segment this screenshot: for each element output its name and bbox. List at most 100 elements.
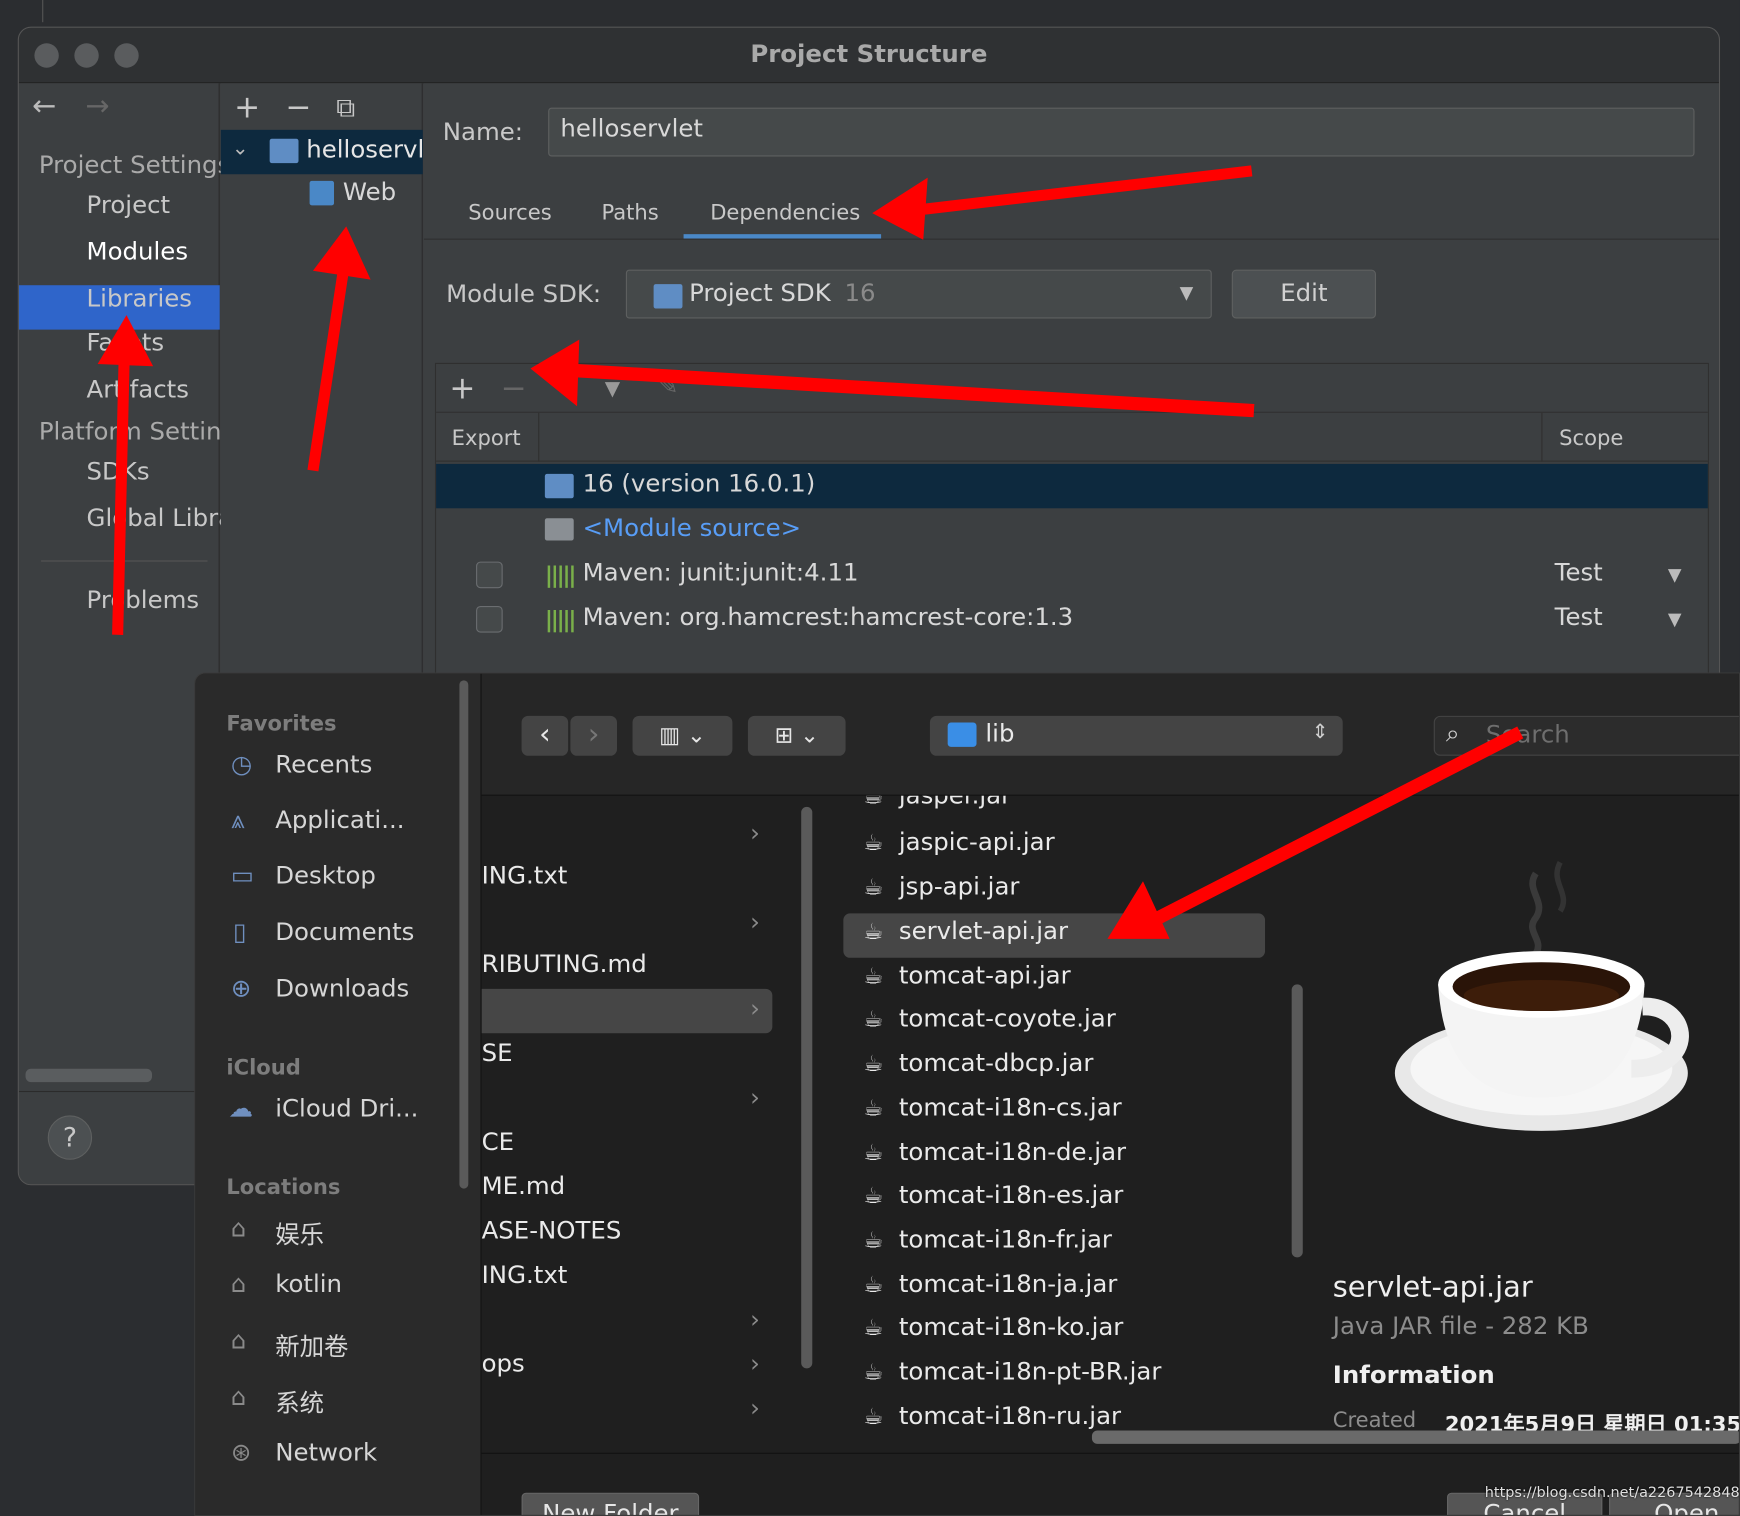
sidebar-item-documents[interactable]: Documents <box>275 919 414 947</box>
list-item[interactable]: ING.txt <box>482 862 568 890</box>
column-export[interactable]: Export <box>452 426 521 450</box>
sidebar-item-drive-4[interactable]: 系统 <box>275 1384 324 1420</box>
back-chevron-icon[interactable]: ‹ <box>521 715 569 756</box>
parent-column-scrollbar[interactable] <box>801 806 813 1369</box>
tab-sources[interactable]: Sources <box>468 201 551 225</box>
add-dependency-button[interactable]: + <box>449 372 475 404</box>
module-sdk-select[interactable]: Project SDK 16 ▼ <box>625 269 1212 319</box>
forward-arrow-icon[interactable]: → <box>85 90 109 123</box>
chevron-right-icon: › <box>750 1306 760 1334</box>
nav-item-facets[interactable]: Facets <box>87 330 165 358</box>
search-field[interactable]: ⌕ Search <box>1433 715 1739 756</box>
move-down-icon[interactable]: ▼ <box>605 377 620 400</box>
source-folder-icon <box>544 518 574 541</box>
sidebar-item-icloud-drive[interactable]: iCloud Dri... <box>275 1095 418 1123</box>
file-item[interactable]: tomcat-i18n-ja.jar <box>899 1271 1117 1299</box>
file-item[interactable]: tomcat-dbcp.jar <box>899 1050 1094 1078</box>
file-item-selected[interactable]: servlet-api.jar <box>899 918 1068 946</box>
file-item[interactable]: jsp-api.jar <box>899 873 1020 901</box>
sidebar-item-downloads[interactable]: Downloads <box>275 976 409 1004</box>
list-item[interactable]: RIBUTING.md <box>482 951 647 979</box>
column-view-button[interactable]: ▥ ⌄ <box>632 715 733 756</box>
sidebar-item-desktop[interactable]: Desktop <box>275 862 376 890</box>
list-item[interactable]: ING.txt <box>482 1262 568 1290</box>
nav-item-artifacts[interactable]: Artifacts <box>87 376 189 404</box>
drive-icon: ⌂ <box>230 1383 247 1412</box>
dependency-label: <Module source> <box>582 514 802 543</box>
remove-module-button[interactable]: − <box>285 92 311 123</box>
forward-chevron-icon[interactable]: › <box>570 715 617 756</box>
drive-icon: ⌂ <box>230 1327 247 1356</box>
dependency-row-module-source[interactable]: <Module source> <box>436 508 1708 552</box>
footer-divider <box>481 1452 1739 1454</box>
file-item[interactable]: tomcat-coyote.jar <box>899 1005 1116 1033</box>
new-folder-button[interactable]: New Folder <box>521 1492 700 1515</box>
column-scope[interactable]: Scope <box>1559 426 1623 450</box>
chevron-right-icon: › <box>750 1350 760 1379</box>
file-item[interactable]: tomcat-i18n-ko.jar <box>899 1314 1124 1342</box>
chevron-right-icon: › <box>750 820 760 848</box>
nav-item-project[interactable]: Project <box>87 192 171 220</box>
location-popup[interactable]: lib ⇕ <box>929 715 1343 756</box>
back-arrow-icon[interactable]: ← <box>32 90 56 123</box>
export-checkbox[interactable] <box>476 561 503 589</box>
module-name-input[interactable]: helloservlet <box>548 107 1695 157</box>
tree-facet-web[interactable]: Web <box>343 179 396 207</box>
file-item[interactable]: tomcat-i18n-de.jar <box>899 1139 1126 1167</box>
sidebar-scrollbar[interactable] <box>459 680 469 1189</box>
sidebar-item-network[interactable]: Network <box>275 1439 377 1467</box>
files-column-scrollbar[interactable] <box>1291 984 1303 1258</box>
file-item[interactable]: tomcat-i18n-ru.jar <box>899 1403 1121 1431</box>
list-item[interactable]: SE <box>482 1040 513 1068</box>
tab-dependencies[interactable]: Dependencies <box>710 201 860 225</box>
dependency-row-hamcrest[interactable]: ||||| Maven: org.hamcrest:hamcrest-core:… <box>436 597 1708 641</box>
scope-caret-icon[interactable]: ▼ <box>1668 564 1682 585</box>
edit-sdk-button[interactable]: Edit <box>1231 269 1377 319</box>
sidebar-item-drive-3[interactable]: 新加卷 <box>275 1327 348 1363</box>
dependency-row-junit[interactable]: ||||| Maven: junit:junit:4.11 Test ▼ <box>436 553 1708 597</box>
list-item[interactable]: ops <box>482 1351 525 1379</box>
file-item[interactable]: tomcat-i18n-cs.jar <box>899 1094 1122 1122</box>
file-item[interactable]: jaspic-api.jar <box>899 829 1055 857</box>
file-item[interactable]: tomcat-i18n-pt-BR.jar <box>899 1358 1162 1386</box>
remove-dependency-button[interactable]: − <box>500 372 526 404</box>
group-view-button[interactable]: ⊞ ⌄ <box>747 715 846 756</box>
nav-item-modules[interactable]: Modules <box>87 239 189 267</box>
nav-item-sdks[interactable]: SDKs <box>87 458 150 486</box>
parent-selection-highlight <box>481 988 773 1034</box>
list-item[interactable]: CE <box>482 1129 514 1157</box>
file-item[interactable]: jasper.jar <box>899 796 1011 810</box>
help-button[interactable]: ? <box>47 1115 93 1160</box>
sidebar-item-drive-1[interactable]: 娱乐 <box>275 1215 324 1251</box>
copy-module-button[interactable]: ⧉ <box>336 92 355 123</box>
list-item[interactable]: ME.md <box>482 1173 566 1201</box>
sidebar-item-recents[interactable]: Recents <box>275 751 372 779</box>
tab-paths[interactable]: Paths <box>601 201 658 225</box>
sidebar-item-drive-kotlin[interactable]: kotlin <box>275 1271 342 1299</box>
file-item[interactable]: tomcat-i18n-es.jar <box>899 1182 1123 1210</box>
export-checkbox[interactable] <box>476 605 503 633</box>
sidebar-item-applications[interactable]: Applicati... <box>275 807 404 835</box>
list-item[interactable]: ASE-NOTES <box>482 1217 622 1245</box>
dependency-label: Maven: junit:junit:4.11 <box>582 559 859 588</box>
scope-caret-icon[interactable]: ▼ <box>1668 608 1682 629</box>
sidebar-header-favorites: Favorites <box>226 711 337 736</box>
edit-pencil-icon[interactable]: ✎ <box>658 373 678 401</box>
horizontal-scrollbar[interactable] <box>1091 1430 1739 1444</box>
file-item[interactable]: tomcat-i18n-fr.jar <box>899 1226 1112 1254</box>
scope-select[interactable]: Test <box>1555 559 1603 587</box>
dependencies-header: Export Scope <box>436 412 1708 462</box>
dependency-row-sdk[interactable]: 16 (version 16.0.1) <box>436 463 1708 509</box>
stage: Project Structure ← → Project Settings P… <box>0 0 1740 1516</box>
chevron-down-icon[interactable]: ⌄ <box>232 137 249 160</box>
jar-icon: ☕ <box>863 962 884 989</box>
file-item[interactable]: tomcat-api.jar <box>899 962 1071 990</box>
module-sdk-value: Project SDK <box>689 279 831 308</box>
nav-item-problems[interactable]: Problems <box>87 587 200 615</box>
add-module-button[interactable]: + <box>234 92 260 123</box>
nav-horizontal-scrollbar[interactable] <box>25 1068 153 1083</box>
scope-select[interactable]: Test <box>1555 604 1603 632</box>
nav-item-libraries[interactable]: Libraries <box>87 285 192 313</box>
search-icon: ⌕ <box>1445 720 1460 749</box>
jar-icon: ☕ <box>863 1402 884 1430</box>
